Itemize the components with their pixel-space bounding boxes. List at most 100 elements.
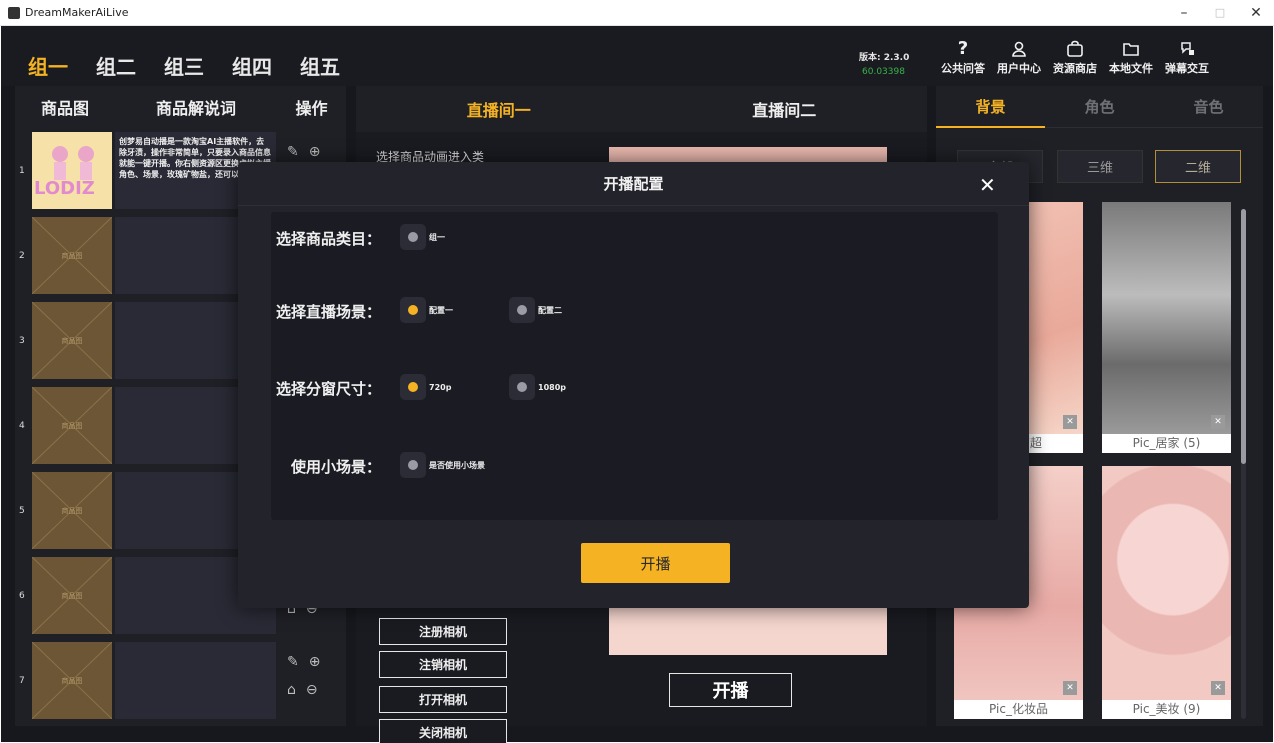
chat-icon	[1178, 38, 1196, 60]
resource-store-button[interactable]: 资源商店	[1047, 38, 1103, 76]
unregister-camera-button[interactable]: 注销相机	[379, 651, 507, 678]
field-window-size: 选择分窗尺寸：	[271, 376, 381, 400]
toolbar: ? 公共问答 用户中心 资源商店 本地文件 弹幕交互	[935, 38, 1215, 76]
field-small-scene: 使用小场景：	[271, 454, 381, 478]
thumbnail-placeholder: 商品图	[61, 592, 83, 600]
close-icon[interactable]: ✕	[979, 173, 996, 197]
product-thumbnail[interactable]: 商品图	[32, 302, 112, 379]
row-index: 3	[19, 336, 25, 346]
tile-caption: Pic_化妆品	[954, 700, 1083, 719]
dialog-start-button[interactable]: 开播	[581, 543, 730, 583]
danmaku-button[interactable]: 弹幕交互	[1159, 38, 1215, 76]
background-tile[interactable]: ✕ Pic_居家 (5)	[1102, 202, 1231, 453]
faq-label: 公共问答	[941, 62, 985, 75]
radio-label: 720p	[429, 382, 452, 392]
tab-group-4[interactable]: 组四	[232, 51, 272, 80]
move-down-icon[interactable]: ⊖	[306, 682, 318, 698]
thumbnail-placeholder: 商品图	[61, 507, 83, 515]
delete-icon[interactable]: ⌂	[287, 682, 296, 698]
edit-icon[interactable]: ✎	[287, 654, 299, 670]
product-description[interactable]	[115, 642, 276, 719]
radio-label: 配置二	[538, 305, 562, 315]
radio-scene-config2[interactable]: 配置二	[509, 297, 562, 323]
filter-2d[interactable]: 二维	[1155, 150, 1241, 183]
row-actions: ✎ ⊕ ⌂ ⊖	[287, 654, 320, 698]
thumbnail-placeholder: 商品图	[61, 422, 83, 430]
scrollbar-thumb[interactable]	[1241, 209, 1246, 464]
row-actions: ✎ ⊕	[287, 144, 320, 160]
tab-group-5[interactable]: 组五	[300, 51, 340, 80]
header-image: 商品图	[40, 99, 89, 118]
bag-icon	[1066, 38, 1084, 60]
product-thumbnail[interactable]: 商品图	[32, 557, 112, 634]
tab-group-1[interactable]: 组一	[28, 51, 68, 80]
radio-label: 1080p	[538, 382, 566, 392]
field-category: 选择商品类目：	[271, 226, 381, 250]
start-live-button[interactable]: 开播	[669, 673, 792, 707]
product-thumbnail[interactable]: 商品图	[32, 387, 112, 464]
tile-close-icon[interactable]: ✕	[1063, 681, 1077, 695]
faq-button[interactable]: ? 公共问答	[935, 38, 991, 76]
radio-label: 组一	[429, 232, 445, 242]
field-scene: 选择直播场景：	[271, 299, 381, 323]
close-window-button[interactable]: ✕	[1238, 0, 1274, 26]
radio-scene-config1[interactable]: 配置一	[400, 297, 453, 323]
resource-store-label: 资源商店	[1053, 62, 1097, 75]
edit-icon[interactable]: ✎	[287, 144, 299, 160]
user-icon	[1010, 38, 1028, 60]
tab-group-3[interactable]: 组三	[164, 51, 204, 80]
maximize-button[interactable]: □	[1202, 0, 1238, 26]
user-center-button[interactable]: 用户中心	[991, 38, 1047, 76]
tile-close-icon[interactable]: ✕	[1211, 415, 1225, 429]
tab-voice[interactable]: 音色	[1154, 86, 1263, 127]
product-thumbnail[interactable]: 商品图	[32, 472, 112, 549]
dialog-title: 开播配置	[238, 162, 1029, 206]
register-camera-button[interactable]: 注册相机	[379, 618, 507, 645]
radio-label: 配置一	[429, 305, 453, 315]
resource-scrollbar[interactable]	[1241, 209, 1246, 719]
version-label: 版本: 2.3.0	[859, 53, 910, 63]
category-label: 选择商品类目：	[275, 229, 381, 248]
tile-close-icon[interactable]: ✕	[1063, 415, 1077, 429]
radio-use-small-scene[interactable]: 是否使用小场景	[400, 452, 485, 478]
live-room-tabs: 直播间一 直播间二	[356, 86, 927, 132]
row-index: 1	[19, 166, 25, 176]
tab-character[interactable]: 角色	[1045, 86, 1154, 127]
product-thumbnail[interactable]: 商品图	[32, 642, 112, 719]
row-index: 5	[19, 506, 25, 516]
open-camera-button[interactable]: 打开相机	[379, 686, 507, 713]
tab-group-2[interactable]: 组二	[96, 51, 136, 80]
tab-background[interactable]: 背景	[936, 86, 1045, 128]
move-up-icon[interactable]: ⊕	[309, 654, 321, 670]
row-index: 2	[19, 251, 25, 261]
tab-live-room-2[interactable]: 直播间二	[642, 86, 928, 132]
row-index: 7	[19, 676, 25, 686]
product-table-header: 商品图 商品解说词 操作	[15, 86, 346, 128]
local-files-label: 本地文件	[1109, 62, 1153, 75]
move-up-icon[interactable]: ⊕	[309, 144, 321, 160]
background-tile[interactable]: ✕ Pic_美妆 (9)	[1102, 466, 1231, 719]
thumbnail-placeholder: 商品图	[61, 252, 83, 260]
product-thumbnail[interactable]: 商品图	[32, 217, 112, 294]
product-thumbnail[interactable]: LODIZ	[32, 132, 112, 209]
tile-image	[1102, 466, 1231, 700]
app-icon	[8, 6, 20, 19]
danmaku-label: 弹幕交互	[1165, 62, 1209, 75]
dialog-body: 选择商品类目： 组一 选择直播场景： 配置一 配置二 选择分窗尺寸： 720p …	[271, 212, 998, 520]
resource-tabs: 背景 角色 音色	[936, 86, 1263, 128]
filter-3d[interactable]: 三维	[1057, 150, 1143, 183]
radio-size-720p[interactable]: 720p	[400, 374, 451, 400]
question-icon: ?	[957, 38, 969, 59]
tile-close-icon[interactable]: ✕	[1211, 681, 1225, 695]
radio-size-1080p[interactable]: 1080p	[509, 374, 566, 400]
tab-live-room-1[interactable]: 直播间一	[356, 86, 642, 132]
row-index: 6	[19, 591, 25, 601]
thumbnail-placeholder: 商品图	[61, 337, 83, 345]
radio-category-group1[interactable]: 组一	[400, 224, 445, 250]
close-camera-button[interactable]: 关闭相机	[379, 719, 507, 743]
local-files-button[interactable]: 本地文件	[1103, 38, 1159, 76]
minimize-button[interactable]: –	[1166, 0, 1202, 26]
small-scene-label: 使用小场景：	[290, 457, 381, 476]
header-description: 商品解说词	[155, 99, 236, 118]
scene-label: 选择直播场景：	[275, 302, 381, 321]
